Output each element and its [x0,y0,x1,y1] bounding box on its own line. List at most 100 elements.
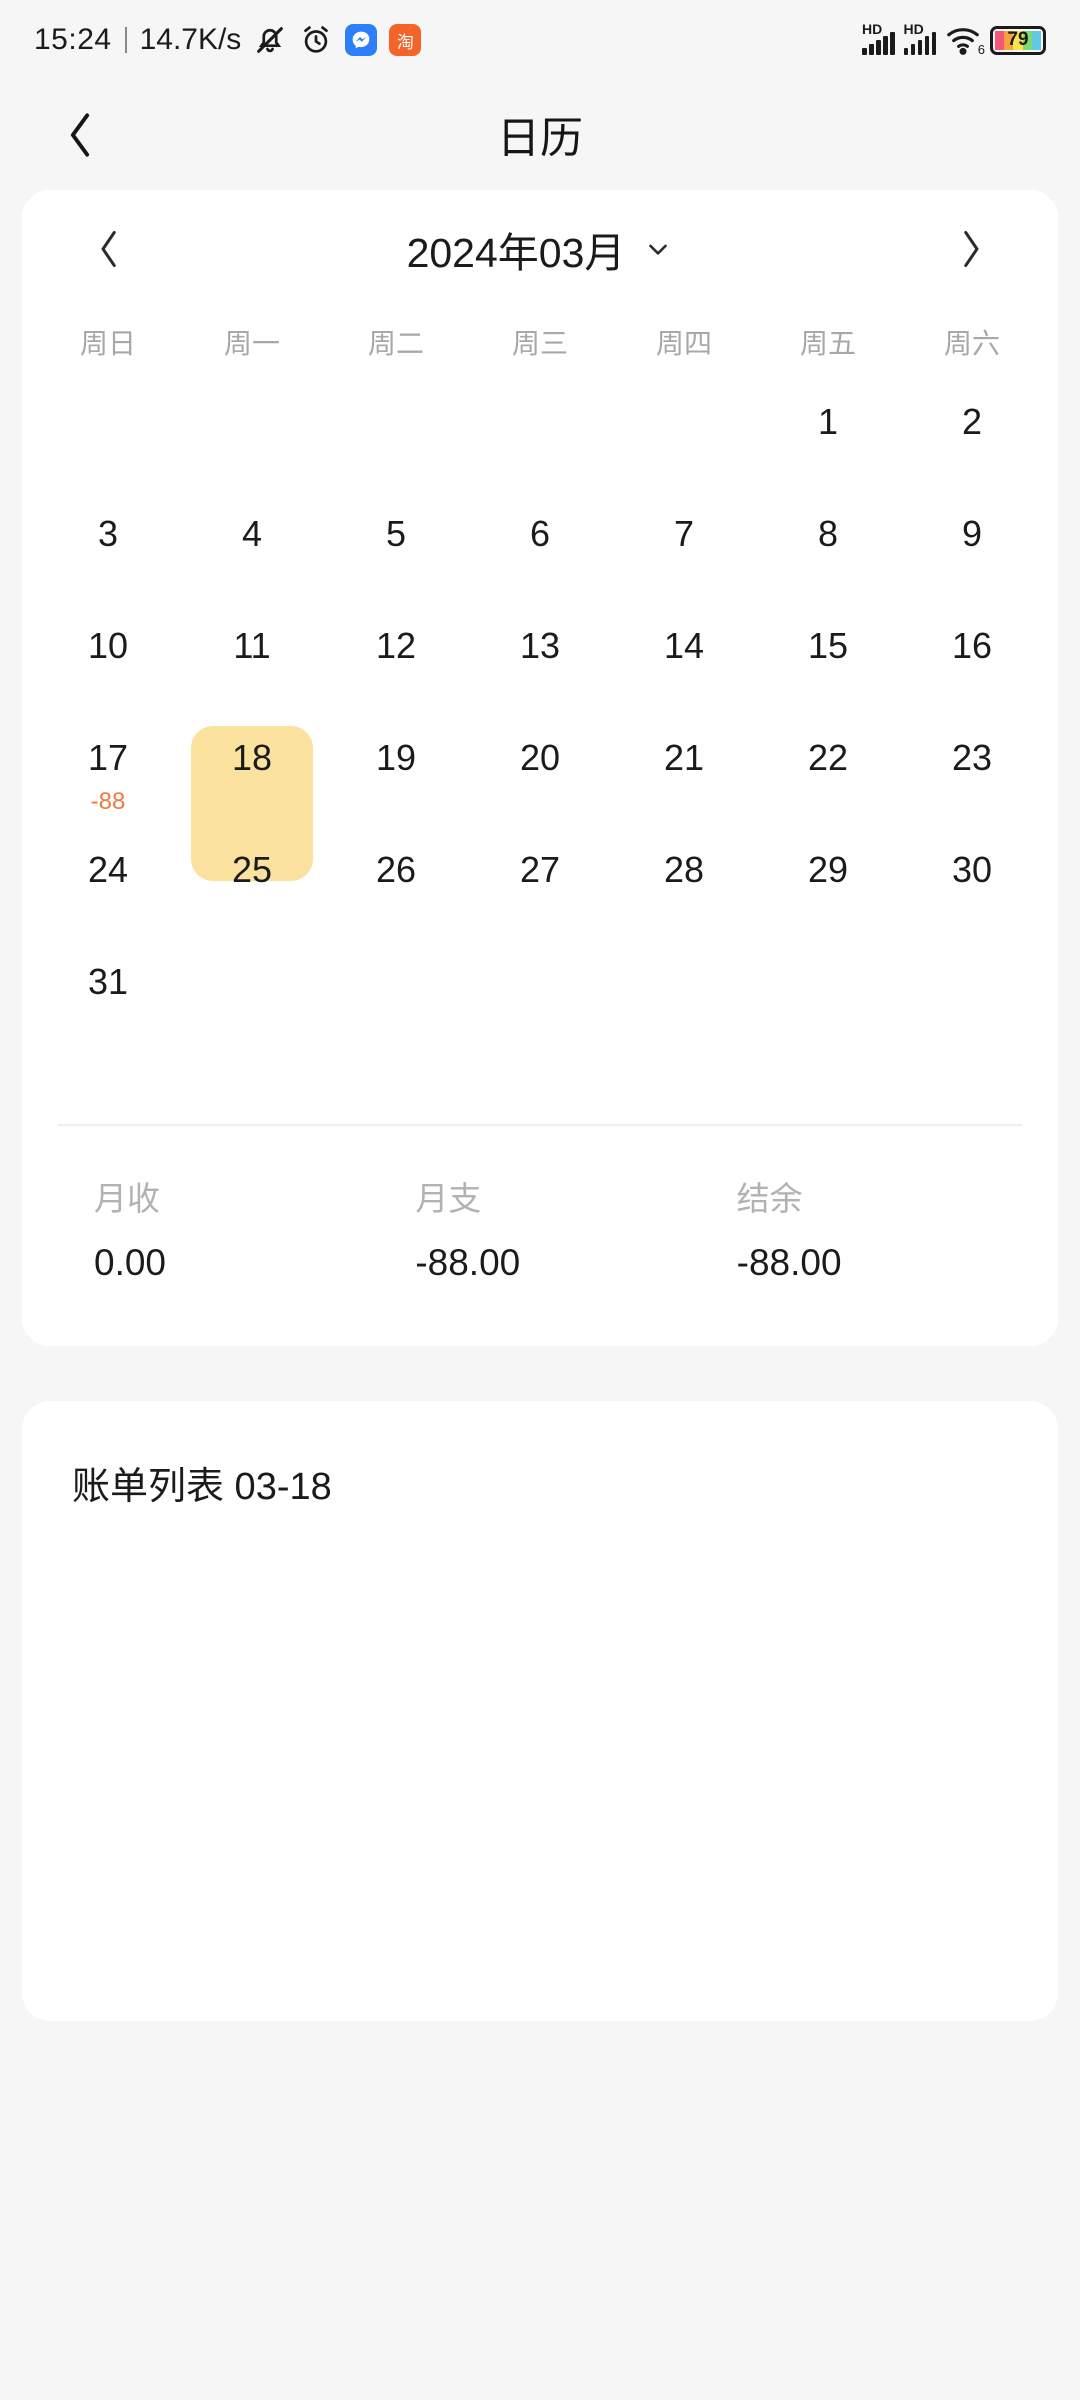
calendar-day-cell[interactable]: 19 [324,726,468,838]
calendar-day-number: 14 [663,625,705,666]
bill-list-card: 账单列表 03-18 [22,1401,1058,2021]
calendar-day-cell[interactable]: 20 [468,726,612,838]
calendar-day-cell[interactable]: 23 [900,726,1044,838]
calendar-day-cell[interactable]: 30 [900,838,1044,950]
calendar-day-number: 31 [87,961,129,1002]
calendar-day-cell[interactable]: 5 [324,502,468,614]
calendar-day-cell[interactable]: 8 [756,502,900,614]
calendar-day-cell-empty [180,390,324,502]
calendar-day-number: 16 [951,625,993,666]
calendar-day-amount: -88 [90,788,126,815]
wifi-generation-label: 6 [977,42,985,57]
calendar-day-cell-empty [468,390,612,502]
calendar-day-cell[interactable]: 3 [36,502,180,614]
battery-percent-label: 79 [1007,29,1029,50]
calendar-day-number: 25 [231,849,273,890]
summary-balance-label: 结余 [736,1180,803,1217]
month-selector[interactable]: 2024年03月 [407,219,674,279]
calendar-day-cell[interactable]: 31 [36,950,180,1062]
calendar-day-number: 28 [663,849,705,890]
weekday-header-row: 周日 周一 周二 周三 周四 周五 周六 [22,322,1058,362]
battery-icon: 79 [990,25,1046,55]
calendar-day-number: 6 [529,513,551,554]
calendar-day-cell[interactable]: 16 [900,614,1044,726]
month-navigation: 2024年03月 [22,190,1058,308]
calendar-day-number: 8 [817,513,839,554]
calendar-day-cell[interactable]: 15 [756,614,900,726]
weekday-label-thu: 周四 [655,328,712,359]
calendar-day-cell[interactable]: 6 [468,502,612,614]
calendar-day-cell-empty [468,950,612,1062]
summary-expense: 月支 -88.00 [415,1172,736,1284]
weekday-label-sat: 周六 [943,328,1000,359]
bill-list-title: 账单列表 03-18 [72,1466,332,1508]
hd-label-sim2: HD [903,21,924,37]
alarm-icon [299,23,333,57]
back-button[interactable] [52,107,108,163]
hd-label-sim1: HD [862,21,883,37]
calendar-day-cell[interactable]: 18 [180,726,324,881]
calendar-day-cell[interactable]: 25 [180,838,324,950]
calendar-day-cell[interactable]: 22 [756,726,900,838]
calendar-day-number: 18 [231,737,273,778]
summary-balance-value: -88.00 [736,1242,842,1283]
calendar-day-number: 19 [375,737,417,778]
calendar-day-cell-empty [324,950,468,1062]
calendar-day-number: 7 [673,513,695,554]
page-title: 日历 [497,115,583,163]
weekday-label-fri: 周五 [799,328,856,359]
calendar-day-cell[interactable]: 1 [756,390,900,502]
calendar-day-cell[interactable]: 26 [324,838,468,950]
calendar-day-number: 15 [807,625,849,666]
next-month-button[interactable] [934,212,1008,286]
calendar-day-number: 26 [375,849,417,890]
calendar-day-cell[interactable]: 28 [612,838,756,950]
calendar-day-number: 1 [817,401,839,442]
calendar-day-cell[interactable]: 21 [612,726,756,838]
calendar-day-cell-empty [612,390,756,502]
summary-expense-label: 月支 [415,1180,482,1217]
calendar-day-cell[interactable]: 12 [324,614,468,726]
calendar-day-cell[interactable]: 29 [756,838,900,950]
calendar-day-cell[interactable]: 2 [900,390,1044,502]
calendar-day-number: 4 [241,513,263,554]
messenger-app-icon [345,24,378,56]
prev-month-button[interactable] [72,212,146,286]
calendar-day-number: 2 [961,401,983,442]
calendar-day-cell[interactable]: 14 [612,614,756,726]
calendar-day-cell[interactable]: 9 [900,502,1044,614]
wifi-icon: 6 [945,25,985,57]
weekday-label-sun: 周日 [79,328,136,359]
calendar-day-cell-empty [324,390,468,502]
calendar-day-number: 10 [87,625,129,666]
calendar-day-number: 29 [807,849,849,890]
calendar-day-number: 9 [961,513,983,554]
calendar-day-cell-empty [900,950,1044,1062]
calendar-card: 2024年03月 周日 周一 周二 周三 周四 周五 周六 1234567891… [22,190,1058,1346]
calendar-day-cell-empty [36,390,180,502]
chevron-right-icon [964,231,979,267]
status-bar-left: 15:24 14.7K/s 淘 [34,23,422,57]
calendar-day-cell[interactable]: 27 [468,838,612,950]
network-speed: 14.7K/s [139,23,242,56]
calendar-day-number: 3 [97,513,119,554]
calendar-day-grid: 1 2 3 4 5 6 7 8 9 10 11 12 13 14 15 16 17 -88 18 19 20 21 22 23… [22,390,1058,1062]
calendar-day-number: 11 [233,625,271,666]
signal-sim2-icon: HD [903,21,936,55]
weekday-label-tue: 周二 [367,328,424,359]
calendar-day-cell[interactable]: 17 -88 [36,726,180,838]
calendar-day-cell[interactable]: 13 [468,614,612,726]
calendar-day-cell-empty [180,950,324,1062]
calendar-day-number: 22 [807,737,849,778]
calendar-day-number: 20 [519,737,561,778]
calendar-day-number: 24 [87,849,129,890]
summary-income-label: 月收 [94,1180,160,1217]
mute-icon [253,23,287,57]
chevron-left-icon [101,231,116,267]
calendar-day-cell[interactable]: 4 [180,502,324,614]
calendar-day-cell[interactable]: 24 [36,838,180,950]
calendar-day-number: 5 [385,513,407,554]
calendar-day-cell[interactable]: 10 [36,614,180,726]
calendar-day-cell[interactable]: 11 [180,614,324,726]
calendar-day-cell[interactable]: 7 [612,502,756,614]
